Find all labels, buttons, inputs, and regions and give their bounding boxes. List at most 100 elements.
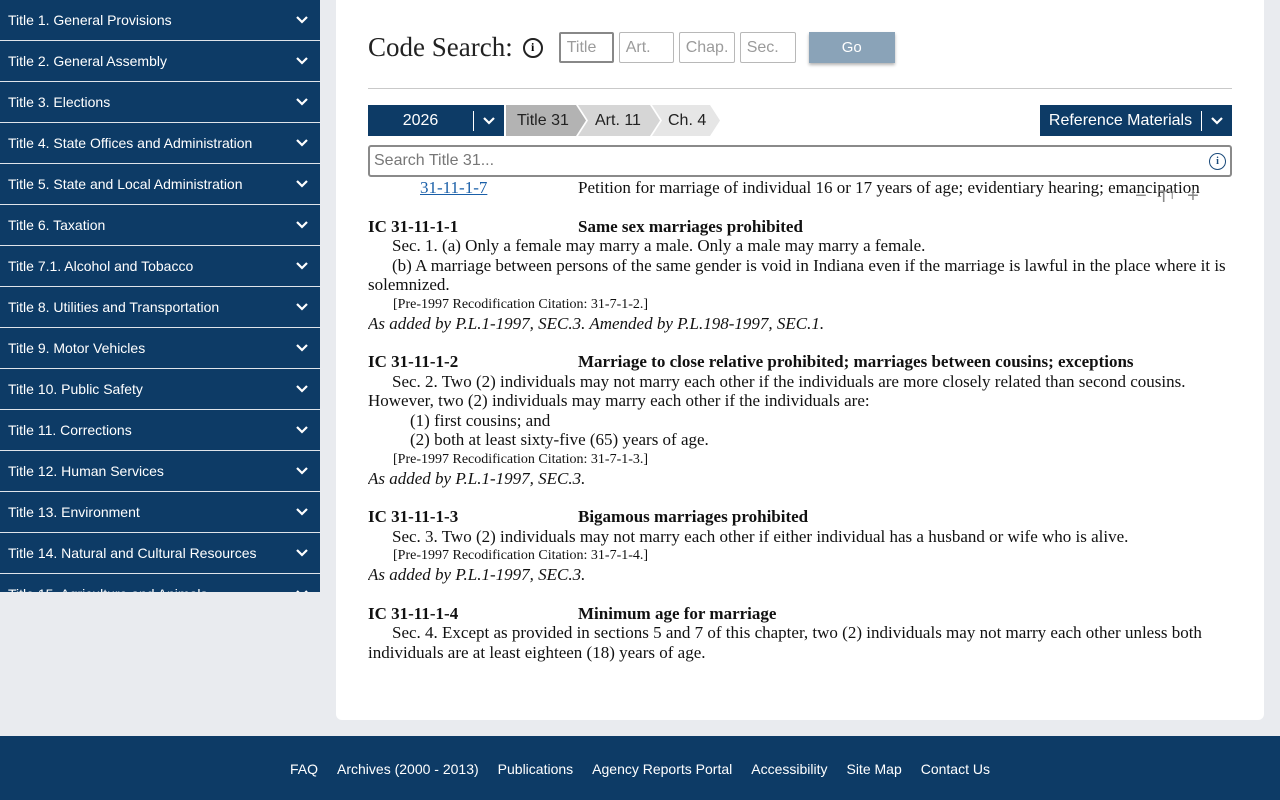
text-size-icon[interactable]: TT <box>1158 187 1176 206</box>
footer: FAQ Archives (2000 - 2013) Publications Age… <box>0 736 1280 800</box>
section-31-11-1-4: IC 31-11-1-4 Minimum age for marriage Se… <box>368 604 1232 663</box>
sidebar-item-label: Title 9. Motor Vehicles <box>8 340 146 356</box>
sidebar-item[interactable]: Title 14. Natural and Cultural Resources <box>0 533 320 574</box>
citation: [Pre-1997 Recodification Citation: 31-7-… <box>393 548 649 563</box>
info-icon[interactable]: i <box>522 37 543 58</box>
section-header: IC 31-11-1-1 Same sex marriages prohibit… <box>368 217 1232 237</box>
section-text: Sec. 3. Two (2) individuals may not marr… <box>392 526 1129 546</box>
sidebar-item[interactable]: Title 8. Utilities and Transportation <box>0 287 320 328</box>
sidebar-item-label: Title 13. Environment <box>8 504 140 520</box>
chevron-down-icon <box>294 299 310 315</box>
section-text: Sec. 2. Two (2) individuals may not marr… <box>368 371 1186 411</box>
sidebar-item[interactable]: Title 11. Corrections <box>0 410 320 451</box>
toc-link[interactable]: 31-11-1-7 <box>368 178 578 198</box>
section-31-11-1-1: IC 31-11-1-1 Same sex marriages prohibit… <box>368 217 1232 334</box>
sidebar-item[interactable]: Title 15. Agriculture and Animals <box>0 574 320 592</box>
sidebar-item-label: Title 2. General Assembly <box>8 53 167 69</box>
footer-link[interactable]: Publications <box>498 761 574 777</box>
title-input[interactable]: Title <box>558 32 614 63</box>
citation: [Pre-1997 Recodification Citation: 31-7-… <box>393 451 649 467</box>
main-content-card: Code Search: i Title Art. Chap. Sec. Go … <box>336 0 1264 720</box>
citation: [Pre-1997 Recodification Citation: 31-7-… <box>393 296 649 312</box>
sidebar-item[interactable]: Title 5. State and Local Administration <box>0 164 320 205</box>
year-select[interactable]: 2026 <box>368 105 504 136</box>
footer-link[interactable]: Archives (2000 - 2013) <box>337 761 479 777</box>
sidebar-item-label: Title 3. Elections <box>8 94 111 110</box>
text-size-tools: − TT + <box>1132 186 1202 206</box>
breadcrumb-title[interactable]: Title 31 <box>506 105 586 136</box>
sidebar-item[interactable]: Title 3. Elections <box>0 82 320 123</box>
footer-link[interactable]: Accessibility <box>751 761 827 777</box>
footer-link[interactable]: FAQ <box>290 761 318 777</box>
sidebar-item-label: Title 5. State and Local Administration <box>8 176 243 192</box>
go-button[interactable]: Go <box>808 32 895 63</box>
search-title-input[interactable]: Search Title 31... i <box>368 145 1232 177</box>
sidebar-item-label: Title 10. Public Safety <box>8 381 143 397</box>
chevron-down-icon <box>294 217 310 233</box>
sidebar-item-label: Title 7.1. Alcohol and Tobacco <box>8 258 194 274</box>
chevron-down-icon <box>294 381 310 397</box>
sidebar-item[interactable]: Title 10. Public Safety <box>0 369 320 410</box>
chevron-down-icon <box>294 545 310 561</box>
article-input[interactable]: Art. <box>618 32 674 63</box>
code-search-label: Code Search: <box>368 32 513 62</box>
chevron-down-icon <box>294 422 310 438</box>
chevron-down-icon <box>294 258 310 274</box>
section-heading: Bigamous marriages prohibited <box>578 507 809 526</box>
chapter-input[interactable]: Chap. <box>678 32 735 63</box>
section-heading: Minimum age for marriage <box>578 603 777 623</box>
list-item: (1) first cousins; and <box>410 410 551 430</box>
reference-materials-label: Reference Materials <box>1040 110 1202 131</box>
chevron-down-icon <box>294 94 310 110</box>
history-note: As added by P.L.1-1997, SEC.3. <box>368 565 586 584</box>
info-icon[interactable]: i <box>1209 152 1226 170</box>
sidebar-item-label: Title 14. Natural and Cultural Resources <box>8 545 257 561</box>
section-text: (b) A marriage between persons of the sa… <box>368 255 1226 295</box>
footer-link[interactable]: Contact Us <box>921 761 990 777</box>
history-note: As added by P.L.1-1997, SEC.3. <box>368 468 586 488</box>
sidebar-item[interactable]: Title 13. Environment <box>0 492 320 533</box>
sidebar-item-label: Title 11. Corrections <box>8 422 132 438</box>
decrease-text-icon[interactable]: − <box>1132 186 1150 206</box>
sidebar-item-label: Title 8. Utilities and Transportation <box>8 299 220 315</box>
year-value: 2026 <box>368 110 474 131</box>
section-text: Sec. 1. (a) Only a female may marry a ma… <box>392 236 926 255</box>
chevron-down-icon <box>294 12 310 28</box>
section-number: IC 31-11-1-4 <box>368 603 459 623</box>
chevron-down-icon <box>474 116 504 126</box>
section-heading: Same sex marriages prohibited <box>578 216 803 236</box>
toc-row: 31-11-1-7 Petition for marriage of indiv… <box>368 178 1232 198</box>
section-number: IC 31-11-1-2 <box>368 352 459 371</box>
section-number: IC 31-11-1-3 <box>368 507 459 526</box>
footer-link[interactable]: Site Map <box>846 761 901 777</box>
breadcrumb-article[interactable]: Art. 11 <box>578 105 660 136</box>
sidebar-item-label: Title 4. State Offices and Administratio… <box>8 135 253 151</box>
breadcrumb-chapter[interactable]: Ch. 4 <box>652 105 720 136</box>
section-31-11-1-3: IC 31-11-1-3 Bigamous marriages prohibit… <box>368 507 1232 585</box>
section-number: IC 31-11-1-1 <box>368 216 459 236</box>
sidebar-item[interactable]: Title 12. Human Services <box>0 451 320 492</box>
sidebar-item-label: Title 12. Human Services <box>8 463 164 479</box>
sidebar-item[interactable]: Title 7.1. Alcohol and Tobacco <box>0 246 320 287</box>
sidebar-item[interactable]: Title 1. General Provisions <box>0 0 320 41</box>
sidebar-item[interactable]: Title 4. State Offices and Administratio… <box>0 123 320 164</box>
code-document: − TT + 31-11-1-7 Petition for marriage o… <box>368 178 1232 708</box>
chevron-down-icon <box>294 53 310 69</box>
section-input[interactable]: Sec. <box>739 32 796 63</box>
list-item: (2) both at least sixty-five (65) years … <box>410 430 709 449</box>
increase-text-icon[interactable]: + <box>1184 186 1202 206</box>
sidebar-item[interactable]: Title 6. Taxation <box>0 205 320 246</box>
reference-materials-dropdown[interactable]: Reference Materials <box>1040 105 1232 136</box>
sidebar-item-label: Title 6. Taxation <box>8 217 106 233</box>
title-sidebar: Title 1. General Provisions Title 2. Gene… <box>0 0 320 592</box>
sidebar-item[interactable]: Title 2. General Assembly <box>0 41 320 82</box>
search-title-placeholder: Search Title 31... <box>374 152 495 169</box>
section-header: IC 31-11-1-2 Marriage to close relative … <box>368 352 1232 372</box>
chevron-down-icon <box>294 135 310 151</box>
footer-link[interactable]: Agency Reports Portal <box>592 761 732 777</box>
section-31-11-1-2: IC 31-11-1-2 Marriage to close relative … <box>368 352 1232 488</box>
sidebar-item[interactable]: Title 9. Motor Vehicles <box>0 328 320 369</box>
divider <box>368 88 1232 89</box>
footer-links: FAQ Archives (2000 - 2013) Publications Age… <box>0 761 1280 777</box>
sidebar-item-label: Title 15. Agriculture and Animals <box>8 586 207 592</box>
